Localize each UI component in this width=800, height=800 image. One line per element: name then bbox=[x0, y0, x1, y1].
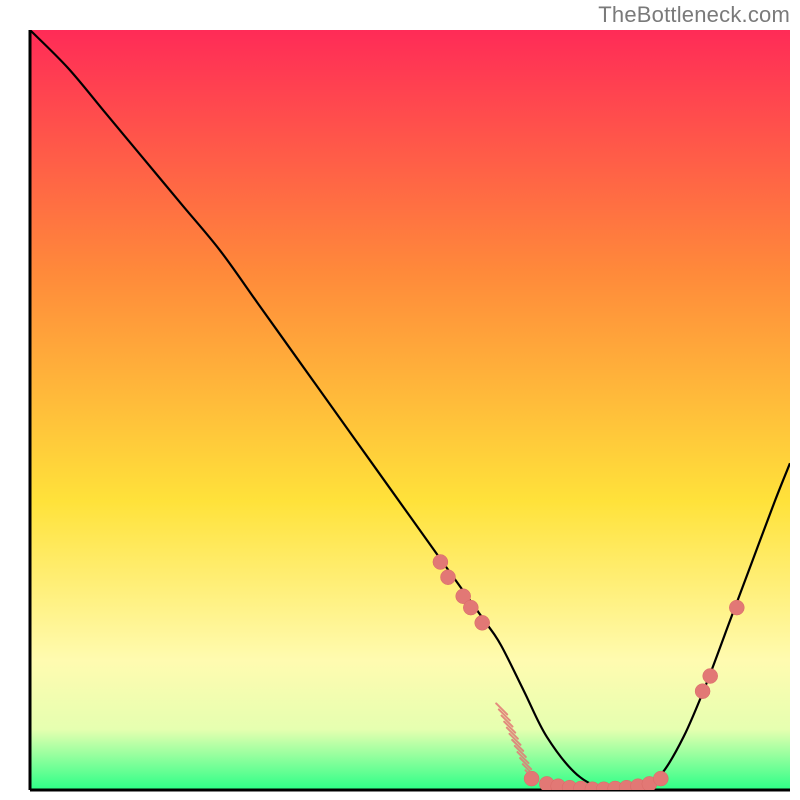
data-marker bbox=[475, 615, 490, 630]
watermark-text: TheBottleneck.com bbox=[598, 2, 790, 28]
bottleneck-chart bbox=[0, 0, 800, 800]
data-marker bbox=[433, 555, 448, 570]
data-marker bbox=[441, 570, 456, 585]
chart-container: { "watermark": "TheBottleneck.com", "col… bbox=[0, 0, 800, 800]
data-marker bbox=[653, 771, 668, 786]
data-marker bbox=[703, 669, 718, 684]
plot-background bbox=[30, 30, 790, 790]
data-marker bbox=[463, 600, 478, 615]
data-marker bbox=[695, 684, 710, 699]
data-marker bbox=[729, 600, 744, 615]
